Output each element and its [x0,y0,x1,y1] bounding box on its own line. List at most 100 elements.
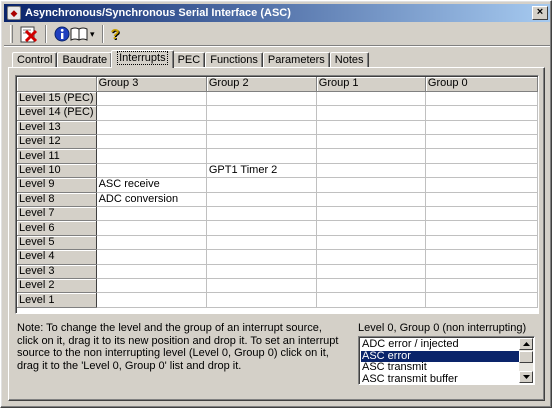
interrupt-cell[interactable] [425,235,538,251]
interrupt-cell[interactable] [206,235,317,251]
interrupt-cell[interactable] [425,91,538,107]
interrupt-cell[interactable] [206,278,317,294]
toolbar-grip[interactable] [10,25,13,43]
interrupt-cell[interactable] [96,206,207,222]
interrupt-cell[interactable] [206,220,317,236]
interrupt-cell[interactable] [206,91,317,107]
table-row: Level 14 (PEC) [17,105,538,121]
interrupt-cell[interactable] [96,264,207,279]
chevron-down-icon[interactable]: ▾ [90,29,95,40]
tab-control[interactable]: Control [12,52,58,68]
interrupt-cell[interactable] [96,148,207,164]
interrupt-cell[interactable]: ASC receive [96,177,207,193]
scroll-down-button[interactable] [519,371,533,383]
interrupt-cell[interactable] [96,134,207,150]
interrupt-cell[interactable] [316,206,426,222]
interrupt-cell[interactable] [316,120,426,136]
interrupt-cell[interactable] [206,134,317,150]
interrupt-cell[interactable] [425,148,538,164]
interrupt-cell[interactable] [206,120,317,136]
interrupt-cell[interactable] [425,264,538,279]
close-document-button[interactable] [18,24,40,44]
tab-functions[interactable]: Functions [205,52,263,68]
interrupt-cell[interactable] [316,278,426,294]
interrupt-cell[interactable] [96,235,207,251]
tab-interrupts[interactable]: Interrupts [111,50,174,68]
help-icon: ? [110,25,120,43]
row-header: Level 13 [17,120,97,136]
list-item[interactable]: ASC transmit [361,361,519,374]
interrupt-cell[interactable] [96,278,207,294]
tab-baudrate[interactable]: Baudrate [57,52,113,68]
toolbar: ▾ ? [4,23,550,45]
interrupt-cell[interactable] [96,105,207,121]
interrupt-cell[interactable] [425,120,538,136]
row-header: Level 6 [17,220,97,236]
interrupt-cell[interactable] [425,177,538,193]
interrupt-cell[interactable]: ADC conversion [96,192,207,208]
interrupt-cell[interactable] [425,292,538,308]
interrupt-cell[interactable] [96,91,207,107]
interrupt-cell[interactable] [425,278,538,294]
table-row: Level 5 [17,235,538,251]
interrupt-cell[interactable] [96,163,207,179]
interrupt-cell[interactable] [206,249,317,265]
table-row: Level 3 [17,264,538,279]
tab-parameters[interactable]: Parameters [262,52,330,68]
interrupt-cell[interactable] [316,134,426,150]
tab-strip: Control Baudrate Interrupts PEC Function… [12,50,369,68]
app-icon: ◆ [7,6,21,20]
interrupt-cell[interactable] [96,292,207,308]
interrupt-cell[interactable] [206,206,317,222]
close-button[interactable]: × [532,6,548,20]
scroll-up-button[interactable] [519,338,533,350]
interrupt-cell[interactable] [316,249,426,265]
interrupt-cell[interactable] [316,235,426,251]
interrupt-cell[interactable] [96,220,207,236]
interrupt-cell[interactable] [206,177,317,193]
interrupt-cell[interactable] [206,192,317,208]
interrupt-cell[interactable] [316,192,426,208]
interrupt-cell[interactable] [425,206,538,222]
interrupt-cell[interactable] [96,249,207,265]
interrupt-cell[interactable] [316,264,426,279]
interrupt-cell[interactable] [316,105,426,121]
interrupt-cell[interactable] [316,148,426,164]
interrupt-cell[interactable] [425,134,538,150]
row-header: Level 11 [17,148,97,164]
interrupt-cell[interactable] [316,91,426,107]
list-item[interactable]: ADC error / injected [361,338,519,351]
row-header: Level 3 [17,264,97,279]
interrupt-cell[interactable] [206,105,317,121]
listbox-scrollbar[interactable] [519,338,533,383]
row-header: Level 7 [17,206,97,222]
interrupt-cell[interactable] [425,220,538,236]
interrupt-cell[interactable] [425,249,538,265]
info-icon [54,26,70,42]
tab-pec[interactable]: PEC [172,52,206,68]
tab-notes[interactable]: Notes [329,52,369,68]
interrupt-cell[interactable] [206,264,317,279]
interrupt-cell[interactable]: GPT1 Timer 2 [206,163,317,179]
interrupt-cell[interactable] [96,120,207,136]
info-book-button[interactable]: ▾ [52,24,97,44]
interrupt-cell[interactable] [316,292,426,308]
table-row: Level 12 [17,134,538,150]
interrupt-cell[interactable] [425,105,538,121]
title-bar[interactable]: ◆ Asynchronous/Synchronous Serial Interf… [4,4,550,22]
scroll-thumb[interactable] [519,351,533,363]
list-item[interactable]: ASC transmit buffer [361,373,519,384]
table-row: Level 7 [17,206,538,222]
interrupt-cell[interactable] [425,163,538,179]
row-header: Level 15 (PEC) [17,91,97,107]
noninterrupting-listbox[interactable]: ADC error / injected ASC error ASC transmi… [358,336,535,385]
interrupt-cell[interactable] [206,148,317,164]
help-button[interactable]: ? [109,24,122,44]
row-header: Level 9 [17,177,97,193]
grid-corner [17,77,97,92]
interrupt-cell[interactable] [316,163,426,179]
interrupt-cell[interactable] [316,220,426,236]
interrupt-cell[interactable] [206,292,317,308]
interrupt-cell[interactable] [425,192,538,208]
interrupt-cell[interactable] [316,177,426,193]
